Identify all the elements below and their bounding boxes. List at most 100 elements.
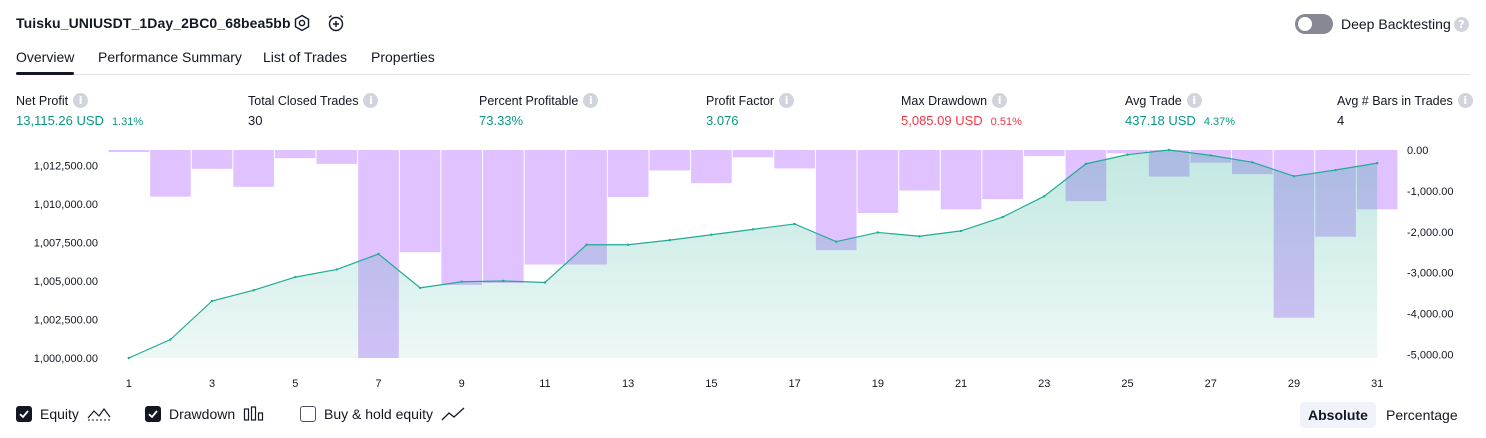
equity-point xyxy=(835,240,838,243)
equity-point xyxy=(210,299,214,303)
deep-backtesting-help-icon[interactable]: ? xyxy=(1454,17,1469,32)
metric-avg-trade-value: 437.18 USD 4.37% xyxy=(1125,113,1235,128)
tab-properties[interactable]: Properties xyxy=(371,49,435,65)
drawdown-checkbox[interactable] xyxy=(145,406,161,422)
metric-avg-bars-value: 4 xyxy=(1337,113,1344,128)
deep-backtesting-toggle[interactable] xyxy=(1295,14,1333,34)
x-axis-tick-label: 11 xyxy=(539,378,550,390)
metric-max-drawdown-value: 5,085.09 USD 0.51% xyxy=(901,113,1022,128)
settings-button[interactable] xyxy=(292,13,312,33)
right-axis: 0.00 -1,000.00 -2,000.00 -3,000.00 -4,000.00… xyxy=(1407,145,1453,362)
info-icon[interactable]: i xyxy=(1186,93,1202,108)
strategy-title: Tuisku_UNIUSDT_1Day_2BC0_68bea5bb xyxy=(16,15,291,31)
percentage-button[interactable]: Percentage xyxy=(1378,402,1466,428)
metric-label-text: Net Profit xyxy=(16,93,69,108)
right-axis-tick-label: -2,000.00 xyxy=(1407,227,1453,239)
equity-line-icon xyxy=(87,407,111,421)
equity-area-fill xyxy=(128,150,1378,358)
deep-backtesting-label: Deep Backtesting xyxy=(1341,16,1451,32)
info-icon[interactable]: i xyxy=(1457,93,1473,108)
equity-point xyxy=(751,228,755,231)
metric-total-closed-trades-value: 30 xyxy=(248,113,262,128)
right-axis-tick-label: -1,000.00 xyxy=(1407,186,1453,198)
drawdown-bar xyxy=(233,150,274,187)
metric-label-text: Avg # Bars in Trades xyxy=(1337,93,1453,108)
tab-overview[interactable]: Overview xyxy=(16,49,74,65)
equity-point xyxy=(1292,174,1296,178)
tab-performance-summary[interactable]: Performance Summary xyxy=(98,49,242,65)
x-axis-tick-label: 21 xyxy=(955,378,967,390)
metric-pct-text: 0.51% xyxy=(990,116,1022,128)
metric-max-drawdown-label: Max Drawdown i xyxy=(901,93,1008,108)
equity-point xyxy=(543,281,547,284)
info-icon[interactable]: i xyxy=(583,93,599,108)
x-axis-tick-label: 19 xyxy=(872,378,884,390)
legend-equity-label: Equity xyxy=(40,406,79,422)
x-axis-tick-label: 9 xyxy=(459,378,465,390)
equity-drawdown-chart[interactable]: 1,012,500.00 1,010,000.00 1,007,500.00 1,00… xyxy=(0,140,1486,396)
metric-net-profit-label: Net Profit i xyxy=(16,93,89,108)
equity-point xyxy=(1375,161,1379,165)
right-axis-tick-label: -4,000.00 xyxy=(1407,309,1453,321)
equity-checkbox[interactable] xyxy=(16,406,32,422)
equity-point xyxy=(626,243,630,246)
metric-label-text: Percent Profitable xyxy=(479,93,579,108)
info-icon[interactable]: i xyxy=(992,93,1008,108)
x-axis-tick-label: 23 xyxy=(1038,378,1050,390)
metric-value-text: 437.18 USD xyxy=(1125,113,1196,128)
absolute-button[interactable]: Absolute xyxy=(1300,402,1376,428)
x-axis-tick-label: 31 xyxy=(1371,378,1383,390)
drawdown-bar xyxy=(399,150,441,253)
drawdown-bar xyxy=(191,150,233,169)
equity-point xyxy=(710,233,713,236)
legend-drawdown[interactable]: Drawdown xyxy=(145,406,265,422)
legend-buy-hold-equity[interactable]: Buy & hold equity xyxy=(300,406,465,422)
drawdown-bars-icon xyxy=(244,406,264,421)
drawdown-bar xyxy=(940,150,982,210)
left-axis-tick-label: 1,005,000.00 xyxy=(34,276,98,288)
drawdown-bar xyxy=(899,150,940,191)
legend-equity[interactable]: Equity xyxy=(16,406,111,422)
equity-point xyxy=(252,289,255,292)
buy-hold-checkbox[interactable] xyxy=(300,406,316,422)
left-axis-tick-label: 1,007,500.00 xyxy=(34,237,98,249)
add-alert-button[interactable] xyxy=(326,13,346,33)
equity-point xyxy=(502,279,505,283)
info-icon[interactable]: i xyxy=(73,93,89,108)
drawdown-bar xyxy=(649,150,691,171)
equity-point xyxy=(793,222,796,226)
equity-point xyxy=(1043,195,1046,198)
drawdown-bar xyxy=(607,150,649,198)
equity-point xyxy=(1001,215,1004,219)
drawdown-bar xyxy=(316,150,358,164)
equity-point xyxy=(1209,154,1212,157)
equity-area xyxy=(127,148,1379,360)
drawdown-bar xyxy=(691,150,732,184)
equity-point xyxy=(585,243,588,246)
metric-value-text: 5,085.09 USD xyxy=(901,113,983,128)
drawdown-bar xyxy=(774,150,815,169)
drawdown-bar xyxy=(524,150,566,265)
x-axis-tick-label: 7 xyxy=(375,378,381,390)
equity-point xyxy=(377,252,380,256)
x-axis-tick-label: 27 xyxy=(1205,378,1217,390)
x-axis-tick-label: 17 xyxy=(788,378,800,390)
equity-point xyxy=(127,356,131,360)
tabs-divider xyxy=(16,74,1470,75)
x-axis-tick-label: 1 xyxy=(126,378,132,390)
equity-point xyxy=(169,338,172,341)
active-tab-indicator xyxy=(16,72,74,75)
tab-list-of-trades[interactable]: List of Trades xyxy=(263,49,347,65)
metric-avg-bars-label: Avg # Bars in Trades i xyxy=(1337,93,1473,108)
right-axis-tick-label: -5,000.00 xyxy=(1407,350,1453,362)
drawdown-bar xyxy=(732,150,774,158)
info-icon[interactable]: i xyxy=(779,93,795,108)
x-axis-tick-label: 29 xyxy=(1288,378,1300,390)
left-axis-tick-label: 1,000,000.00 xyxy=(34,353,98,365)
left-axis-tick-label: 1,012,500.00 xyxy=(34,160,98,172)
drawdown-bar xyxy=(483,150,524,283)
metric-value-text: 13,115.26 USD xyxy=(16,113,104,128)
metric-value-text: 3.076 xyxy=(706,113,739,128)
info-icon[interactable]: i xyxy=(363,93,379,108)
legend-buy-hold-label: Buy & hold equity xyxy=(324,406,433,422)
